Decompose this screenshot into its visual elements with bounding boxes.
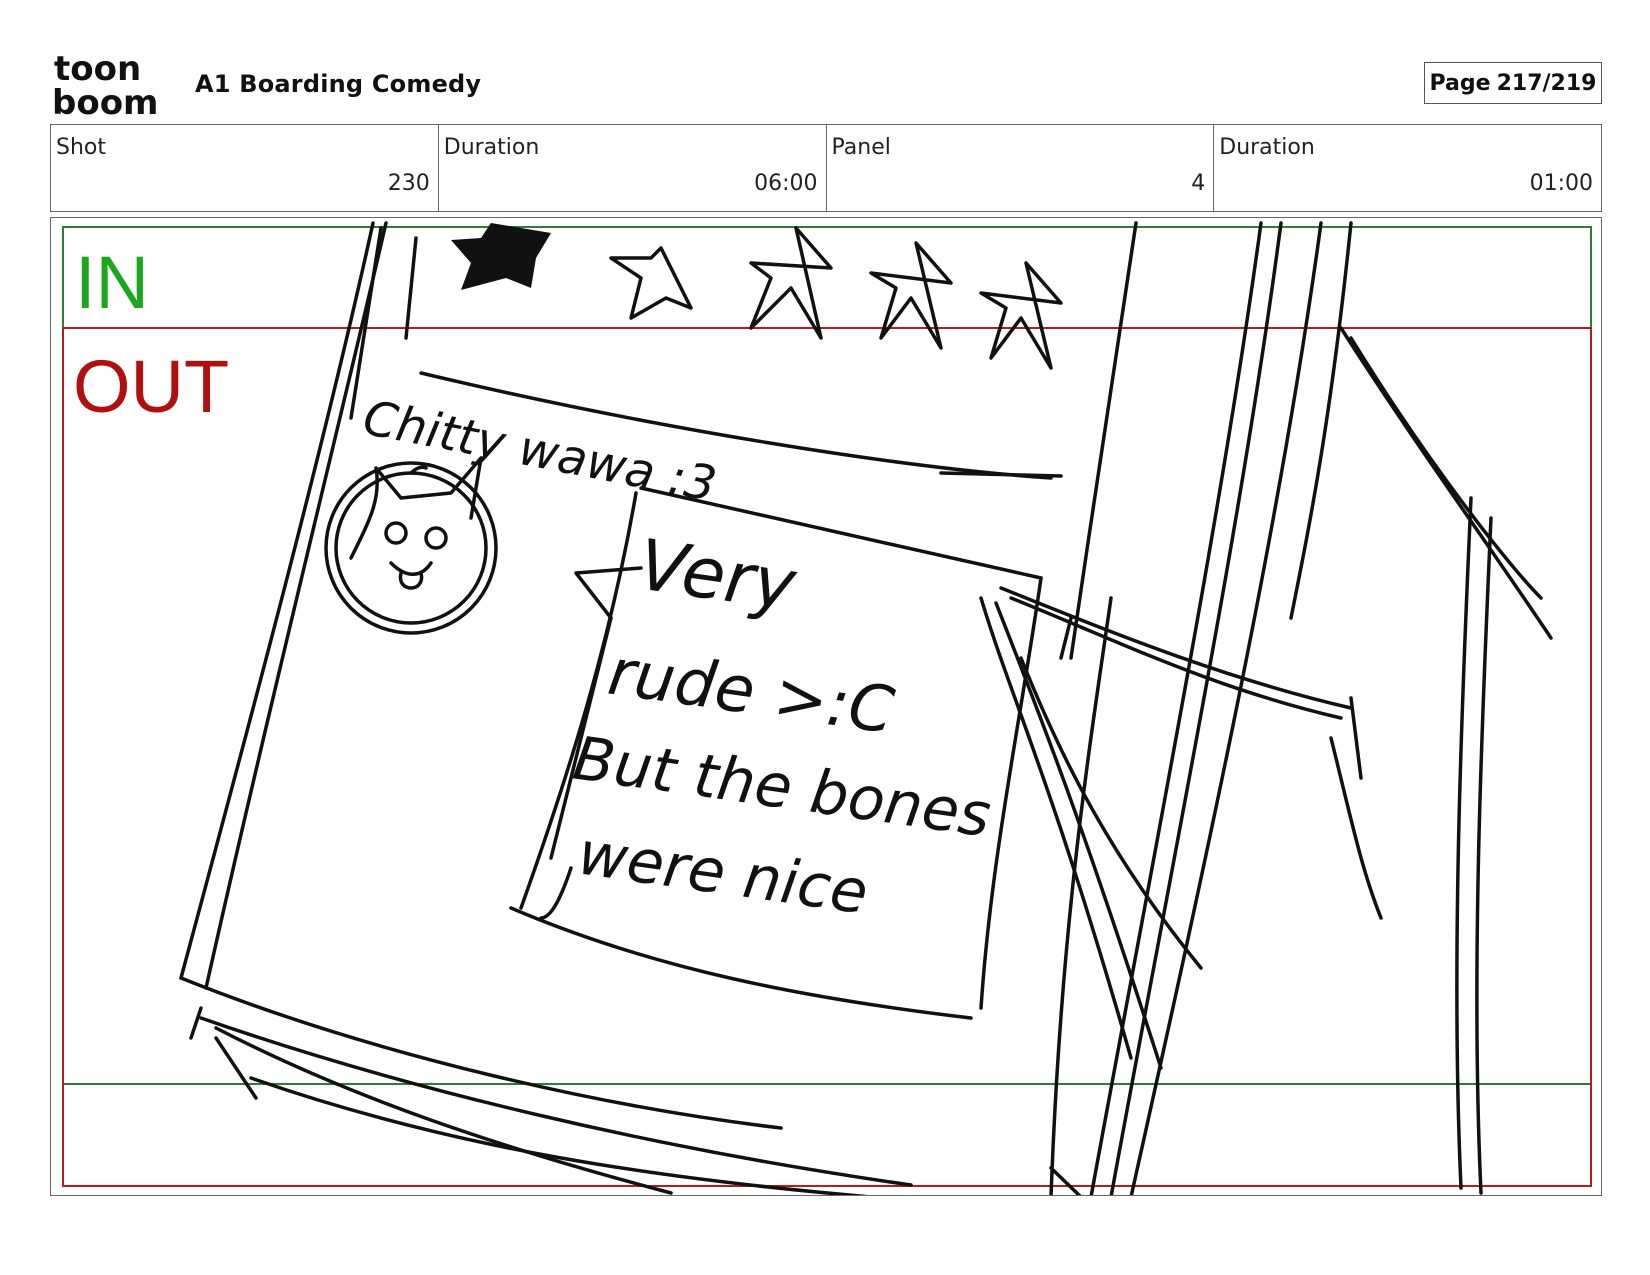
review-line-1: Very: [634, 524, 802, 627]
shot-duration-label: Duration: [443, 135, 540, 160]
page-indicator: Page 217/219: [1424, 62, 1602, 104]
panel-sketch: Chitty wawa :3 Very rude >:C But the bon…: [62, 221, 1592, 1195]
out-label: OUT: [73, 345, 230, 428]
shot-label: Shot: [56, 135, 106, 160]
logo-bottom-text: boom: [52, 83, 158, 116]
review-line-4: were nice: [574, 819, 872, 929]
out-frame: [62, 327, 1592, 1187]
in-label: IN: [75, 241, 149, 324]
sketch-text: Chitty wawa :3 Very rude >:C But the bon…: [359, 390, 995, 929]
project-title: A1 Boarding Comedy: [195, 70, 482, 98]
panel-duration-value: 01:00: [1529, 171, 1593, 196]
panel-value: 4: [1191, 171, 1206, 196]
page-label: Page: [1429, 70, 1491, 96]
shot-value: 230: [387, 171, 430, 196]
filled-star-icon: [451, 223, 551, 290]
shot-info-table: Shot 230 Duration 06:00 Panel 4 Duration…: [50, 124, 1602, 212]
panel-duration-label: Duration: [1219, 135, 1315, 160]
toon-boom-logo: toon boom: [52, 52, 158, 116]
panel-label: Panel: [831, 135, 891, 160]
shot-duration-cell: Duration 06:00: [439, 125, 827, 211]
panel-cell: Panel 4: [827, 125, 1215, 211]
review-line-2: rude >:C: [604, 636, 899, 749]
sketch-username: Chitty wawa :3: [359, 390, 721, 513]
page-value: 217/219: [1496, 70, 1597, 96]
shot-duration-value: 06:00: [754, 171, 818, 196]
shot-cell: Shot 230: [51, 125, 439, 211]
storyboard-panel: Chitty wawa :3 Very rude >:C But the bon…: [50, 217, 1602, 1196]
panel-duration-cell: Duration 01:00: [1214, 125, 1601, 211]
